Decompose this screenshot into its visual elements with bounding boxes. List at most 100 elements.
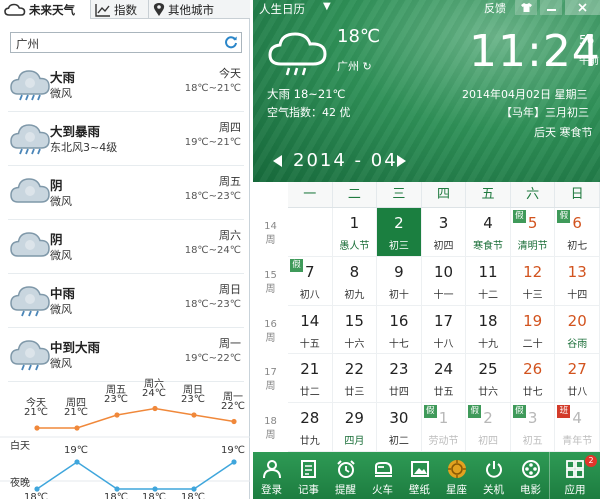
day-cell[interactable]: 28 廿九 (288, 403, 333, 452)
day-cell[interactable]: 班 4 青年节 (555, 403, 600, 452)
week-number: 17 周 (253, 366, 288, 394)
trend-high-label: 21℃ (64, 407, 88, 418)
day-cell[interactable]: 24 廿五 (421, 354, 467, 404)
day-cell[interactable]: 29 四月 (332, 403, 378, 452)
week-number: 15 周 (253, 269, 288, 297)
city-selector[interactable]: 广州 (10, 32, 242, 53)
toolbar-button-wallpaper[interactable]: 壁纸 (401, 452, 438, 499)
day-lunar: 初九 (344, 289, 365, 301)
day-lunar: 谷雨 (567, 338, 588, 350)
day-cell[interactable]: 4 寒食节 (466, 208, 511, 257)
day-cell[interactable]: 16 十七 (377, 305, 422, 355)
day-cell[interactable]: 25 廿六 (466, 354, 511, 404)
forecast-day-row[interactable]: 中雨 微风 周日 18℃~23℃ (8, 274, 244, 328)
month-navigator: 2014 - 04 (253, 143, 600, 181)
train-icon (372, 458, 394, 480)
prev-month-icon[interactable] (273, 155, 283, 167)
weekday-label: 二 (333, 182, 378, 207)
day-cell[interactable]: 11 十二 (466, 256, 511, 306)
day-lunar: 青年节 (562, 436, 593, 448)
toolbar-button-notepad[interactable]: 记事 (290, 452, 327, 499)
tab-index[interactable]: 指数 (91, 0, 149, 19)
current-city[interactable]: 广州 ↻ (337, 58, 372, 74)
day-cell[interactable]: 21 廿二 (288, 354, 333, 404)
day-cell[interactable]: 17 十八 (421, 305, 467, 355)
toolbar-button-zodiac[interactable]: 星座 (438, 452, 475, 499)
day-lunar: 十五 (299, 338, 320, 350)
toolbar-label: 登录 (261, 484, 282, 496)
air-quality-index: 空气指数：42 优 (267, 106, 351, 119)
low-temp-line-point (152, 486, 158, 492)
day-number: 2 (394, 214, 404, 232)
day-cell[interactable]: 20 谷雨 (555, 305, 600, 355)
skin-button[interactable] (515, 0, 537, 15)
heavy-rain-icon (9, 64, 51, 102)
day-cell[interactable]: 26 廿七 (510, 354, 556, 404)
day-cell[interactable]: 19 二十 (510, 305, 556, 355)
forecast-wind: 微风 (50, 303, 72, 316)
toolbar-button-apps-grid[interactable]: 应用 2 (549, 452, 600, 499)
forecast-day-row[interactable]: 阴微风 周五 18℃~23℃ (8, 166, 244, 220)
forecast-day-row[interactable]: 阴微风 周六 18℃~24℃ (8, 220, 244, 274)
day-lunar: 初十 (388, 289, 409, 301)
toolbar-button-film-reel[interactable]: 电影 (512, 452, 549, 499)
day-lunar: 劳动节 (428, 436, 459, 448)
day-cell[interactable]: 假 7 初八 (288, 256, 333, 306)
overcast-icon (9, 226, 51, 264)
day-cell[interactable]: 22 廿三 (332, 354, 378, 404)
toolbar-button-train[interactable]: 火车 (364, 452, 401, 499)
rainstorm-icon (9, 118, 51, 156)
day-number: 2 (483, 409, 493, 428)
trend-low-label: 19℃ (64, 445, 88, 456)
minimize-button[interactable] (540, 0, 562, 15)
forecast-day-row[interactable]: 大到暴雨 东北风3~4级 周四 19℃~21℃ (8, 112, 244, 166)
month-label[interactable]: 2014 - 04 (293, 150, 398, 171)
notepad-icon (298, 458, 320, 480)
feedback-link[interactable]: 反馈 (484, 0, 506, 16)
day-cell[interactable]: 18 十九 (466, 305, 511, 355)
day-cell[interactable]: 假 6 初七 (555, 208, 600, 257)
day-cell[interactable]: 8 初九 (332, 256, 378, 306)
day-cell[interactable]: 假 2 初四 (466, 403, 511, 452)
tab-future-weather[interactable]: 未来天气 (0, 0, 91, 19)
next-month-icon[interactable] (396, 155, 406, 167)
day-cell[interactable]: 27 廿八 (555, 354, 600, 404)
day-cell[interactable]: 13 十四 (555, 256, 600, 306)
day-lunar: 廿七 (522, 387, 543, 399)
high-temp-line-point (114, 412, 120, 418)
day-cell-today[interactable]: 2 初三 (377, 208, 422, 257)
tab-other-cities[interactable]: 其他城市 (149, 0, 250, 19)
day-cell[interactable]: 假 3 初五 (510, 403, 556, 452)
week-number: 16 周 (253, 318, 288, 346)
day-cell[interactable]: 12 十三 (510, 256, 556, 306)
forecast-day-row[interactable]: 中到大雨 微风 周一 19℃~22℃ (8, 328, 244, 382)
today-condition: 大雨 18~21℃ (267, 87, 346, 101)
toolbar-button-user[interactable]: 登录 (253, 452, 290, 499)
day-cell[interactable]: 10 十一 (421, 256, 467, 306)
weekday-header: 一二三四五六日 (288, 182, 600, 208)
day-number: 3 (438, 214, 449, 232)
day-cell[interactable]: 30 初二 (377, 403, 422, 452)
toolbar-label: 记事 (298, 484, 319, 496)
title-menu-caret[interactable]: ▼ (323, 1, 331, 12)
day-cell[interactable]: 假 5 清明节 (510, 208, 556, 257)
day-cell[interactable]: 23 廿四 (377, 354, 422, 404)
toolbar-button-alarm-clock[interactable]: 提醒 (327, 452, 364, 499)
day-number: 30 (389, 409, 409, 428)
day-cell[interactable]: 假 1 劳动节 (421, 403, 467, 452)
low-temp-line-point (74, 459, 80, 465)
day-cell[interactable]: 9 初十 (377, 256, 422, 306)
refresh-icon[interactable] (224, 35, 238, 49)
clock-ampm: 午前 (579, 56, 599, 67)
forecast-wind: 微风 (50, 87, 72, 100)
toolbar-button-power[interactable]: 关机 (475, 452, 512, 499)
close-button[interactable] (565, 0, 600, 15)
day-cell[interactable]: 1 愚人节 (332, 208, 378, 257)
notification-badge: 2 (585, 455, 597, 467)
day-cell[interactable]: 3 初四 (421, 208, 467, 257)
day-lunar: 初七 (567, 241, 588, 252)
day-cell[interactable]: 15 十六 (332, 305, 378, 355)
low-temp-line (36, 461, 235, 490)
day-cell[interactable]: 14 十五 (288, 305, 333, 355)
forecast-day-row[interactable]: 大雨 微风 今天 18℃~21℃ (8, 58, 244, 112)
